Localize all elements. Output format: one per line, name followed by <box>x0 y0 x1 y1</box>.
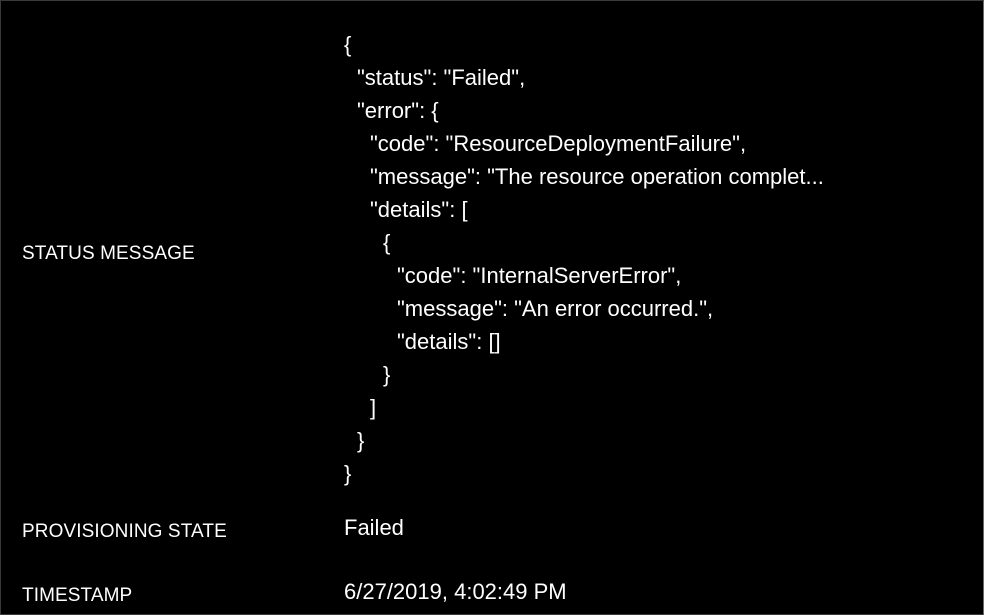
json-line: "message": "An error occurred.", <box>397 296 714 321</box>
json-line: } <box>344 461 352 486</box>
json-line: "message": "The resource operation compl… <box>370 164 824 189</box>
json-line: "code": "ResourceDeploymentFailure", <box>370 131 747 156</box>
status-message-json: { "status": "Failed", "error": { "code":… <box>344 28 824 490</box>
json-line: } <box>383 362 391 387</box>
json-line: { <box>383 230 391 255</box>
json-line: "details": [] <box>397 329 501 354</box>
json-line: { <box>344 32 352 57</box>
timestamp-value: 6/27/2019, 4:02:49 PM <box>344 579 567 604</box>
json-line: ] <box>370 395 377 420</box>
json-line: } <box>357 428 365 453</box>
status-message-label: STATUS MESSAGE <box>22 243 195 264</box>
timestamp-label: TIMESTAMP <box>22 585 133 606</box>
json-line: "error": { <box>357 98 439 123</box>
json-line: "status": "Failed", <box>357 65 526 90</box>
json-line: "details": [ <box>370 197 468 222</box>
provisioning-state-value: Failed <box>344 515 404 540</box>
provisioning-state-label: PROVISIONING STATE <box>22 521 227 542</box>
properties-panel: STATUS MESSAGE { "status": "Failed", "er… <box>0 0 984 615</box>
json-line: "code": "InternalServerError", <box>397 263 682 288</box>
